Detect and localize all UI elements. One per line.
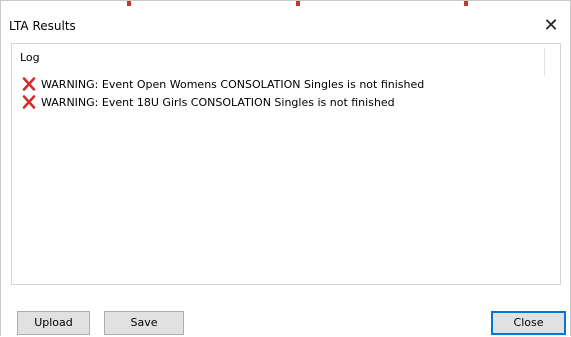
background-mark bbox=[296, 1, 300, 6]
log-entry-text: WARNING: Event Open Womens CONSOLATION S… bbox=[41, 77, 425, 91]
red-x-icon bbox=[22, 77, 36, 91]
log-panel[interactable]: Log WARNING: Event Open Womens CONSOLATI… bbox=[11, 43, 561, 285]
save-button[interactable]: Save bbox=[104, 311, 184, 335]
red-x-icon bbox=[22, 95, 36, 109]
log-entry-text: WARNING: Event 18U Girls CONSOLATION Sin… bbox=[41, 95, 395, 109]
button-bar: Upload Save Close bbox=[1, 288, 570, 337]
lta-results-window: LTA Results ✕ Log WARNING: Event Open Wo… bbox=[0, 0, 571, 337]
window-title: LTA Results bbox=[9, 19, 76, 33]
log-entry[interactable]: WARNING: Event Open Womens CONSOLATION S… bbox=[21, 75, 550, 93]
title-bar: LTA Results ✕ bbox=[1, 13, 570, 41]
log-list: WARNING: Event Open Womens CONSOLATION S… bbox=[21, 75, 550, 111]
log-header: Log bbox=[20, 51, 40, 64]
upload-button[interactable]: Upload bbox=[17, 311, 90, 335]
close-button[interactable]: Close bbox=[491, 311, 566, 335]
close-icon[interactable]: ✕ bbox=[540, 15, 562, 37]
background-mark bbox=[127, 1, 131, 6]
background-window-edge bbox=[1, 1, 570, 7]
background-mark bbox=[464, 1, 468, 6]
column-divider bbox=[544, 48, 545, 76]
log-entry[interactable]: WARNING: Event 18U Girls CONSOLATION Sin… bbox=[21, 93, 550, 111]
